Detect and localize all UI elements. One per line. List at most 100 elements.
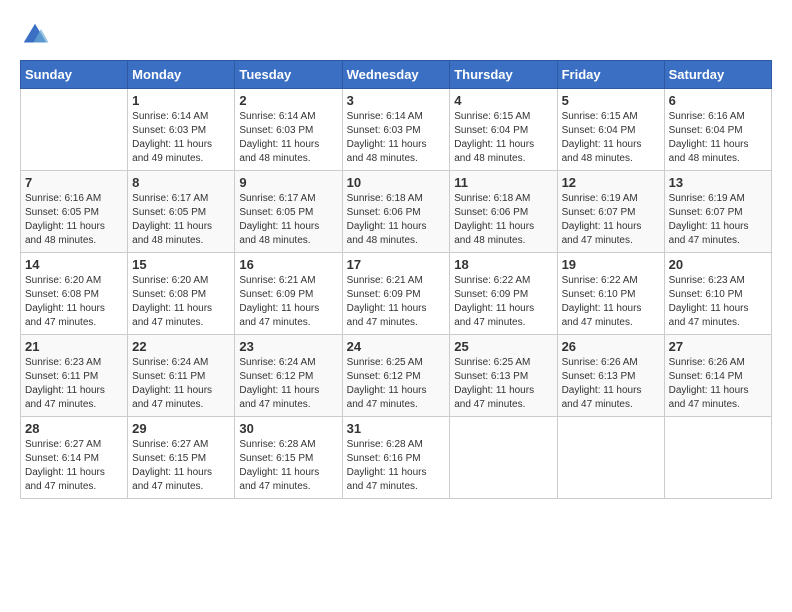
calendar-cell: 25Sunrise: 6:25 AM Sunset: 6:13 PM Dayli…	[450, 335, 557, 417]
day-info: Sunrise: 6:23 AM Sunset: 6:10 PM Dayligh…	[669, 274, 767, 330]
day-info: Sunrise: 6:28 AM Sunset: 6:15 PM Dayligh…	[239, 438, 337, 494]
day-info: Sunrise: 6:16 AM Sunset: 6:05 PM Dayligh…	[25, 192, 123, 248]
day-header-monday: Monday	[128, 61, 235, 89]
day-number: 1	[132, 93, 230, 108]
logo-icon	[20, 20, 50, 50]
calendar-cell: 27Sunrise: 6:26 AM Sunset: 6:14 PM Dayli…	[664, 335, 771, 417]
calendar-cell: 2 Sunrise: 6:14 AM Sunset: 6:03 PM Daylig…	[235, 89, 342, 171]
day-number: 5	[562, 93, 660, 108]
day-number: 17	[347, 257, 446, 272]
calendar-cell: 8Sunrise: 6:17 AM Sunset: 6:05 PM Daylig…	[128, 171, 235, 253]
calendar-cell: 20 Sunrise: 6:23 AM Sunset: 6:10 PM Dayli…	[664, 253, 771, 335]
calendar-cell: 31Sunrise: 6:28 AM Sunset: 6:16 PM Dayli…	[342, 417, 450, 499]
calendar-cell: 9 Sunrise: 6:17 AM Sunset: 6:05 PM Daylig…	[235, 171, 342, 253]
day-info: Sunrise: 6:27 AM Sunset: 6:15 PM Dayligh…	[132, 438, 230, 494]
day-number: 23	[239, 339, 337, 354]
day-info: Sunrise: 6:20 AM Sunset: 6:08 PM Dayligh…	[25, 274, 123, 330]
day-header-wednesday: Wednesday	[342, 61, 450, 89]
day-header-saturday: Saturday	[664, 61, 771, 89]
day-number: 29	[132, 421, 230, 436]
calendar-cell: 17Sunrise: 6:21 AM Sunset: 6:09 PM Dayli…	[342, 253, 450, 335]
days-header-row: SundayMondayTuesdayWednesdayThursdayFrid…	[21, 61, 772, 89]
calendar-cell: 29 Sunrise: 6:27 AM Sunset: 6:15 PM Dayli…	[128, 417, 235, 499]
week-row-3: 14Sunrise: 6:20 AM Sunset: 6:08 PM Dayli…	[21, 253, 772, 335]
day-info: Sunrise: 6:27 AM Sunset: 6:14 PM Dayligh…	[25, 438, 123, 494]
day-number: 12	[562, 175, 660, 190]
day-number: 22	[132, 339, 230, 354]
day-number: 26	[562, 339, 660, 354]
day-number: 24	[347, 339, 446, 354]
day-info: Sunrise: 6:25 AM Sunset: 6:12 PM Dayligh…	[347, 356, 446, 412]
day-header-sunday: Sunday	[21, 61, 128, 89]
header	[20, 20, 772, 50]
day-number: 20	[669, 257, 767, 272]
day-number: 31	[347, 421, 446, 436]
day-number: 9	[239, 175, 337, 190]
week-row-1: 1 Sunrise: 6:14 AM Sunset: 6:03 PM Daylig…	[21, 89, 772, 171]
calendar-cell: 3 Sunrise: 6:14 AM Sunset: 6:03 PM Daylig…	[342, 89, 450, 171]
week-row-2: 7 Sunrise: 6:16 AM Sunset: 6:05 PM Daylig…	[21, 171, 772, 253]
day-info: Sunrise: 6:14 AM Sunset: 6:03 PM Dayligh…	[239, 110, 337, 166]
calendar-cell	[557, 417, 664, 499]
calendar-cell: 19 Sunrise: 6:22 AM Sunset: 6:10 PM Dayli…	[557, 253, 664, 335]
calendar-cell: 11 Sunrise: 6:18 AM Sunset: 6:06 PM Dayli…	[450, 171, 557, 253]
calendar-cell: 1 Sunrise: 6:14 AM Sunset: 6:03 PM Daylig…	[128, 89, 235, 171]
calendar-cell: 18 Sunrise: 6:22 AM Sunset: 6:09 PM Dayli…	[450, 253, 557, 335]
day-info: Sunrise: 6:21 AM Sunset: 6:09 PM Dayligh…	[239, 274, 337, 330]
day-number: 28	[25, 421, 123, 436]
day-info: Sunrise: 6:14 AM Sunset: 6:03 PM Dayligh…	[132, 110, 230, 166]
day-info: Sunrise: 6:19 AM Sunset: 6:07 PM Dayligh…	[562, 192, 660, 248]
calendar-cell: 5 Sunrise: 6:15 AM Sunset: 6:04 PM Daylig…	[557, 89, 664, 171]
day-info: Sunrise: 6:25 AM Sunset: 6:13 PM Dayligh…	[454, 356, 552, 412]
day-number: 6	[669, 93, 767, 108]
day-number: 21	[25, 339, 123, 354]
day-header-tuesday: Tuesday	[235, 61, 342, 89]
day-number: 30	[239, 421, 337, 436]
day-number: 7	[25, 175, 123, 190]
calendar-cell: 26 Sunrise: 6:26 AM Sunset: 6:13 PM Dayli…	[557, 335, 664, 417]
day-info: Sunrise: 6:17 AM Sunset: 6:05 PM Dayligh…	[239, 192, 337, 248]
day-number: 19	[562, 257, 660, 272]
day-info: Sunrise: 6:22 AM Sunset: 6:09 PM Dayligh…	[454, 274, 552, 330]
calendar-cell: 12 Sunrise: 6:19 AM Sunset: 6:07 PM Dayli…	[557, 171, 664, 253]
calendar-cell: 16Sunrise: 6:21 AM Sunset: 6:09 PM Dayli…	[235, 253, 342, 335]
calendar-cell: 13 Sunrise: 6:19 AM Sunset: 6:07 PM Dayli…	[664, 171, 771, 253]
day-info: Sunrise: 6:26 AM Sunset: 6:13 PM Dayligh…	[562, 356, 660, 412]
day-info: Sunrise: 6:15 AM Sunset: 6:04 PM Dayligh…	[454, 110, 552, 166]
day-number: 10	[347, 175, 446, 190]
day-info: Sunrise: 6:24 AM Sunset: 6:12 PM Dayligh…	[239, 356, 337, 412]
day-info: Sunrise: 6:18 AM Sunset: 6:06 PM Dayligh…	[347, 192, 446, 248]
calendar-cell: 24 Sunrise: 6:25 AM Sunset: 6:12 PM Dayli…	[342, 335, 450, 417]
day-number: 11	[454, 175, 552, 190]
calendar-cell	[21, 89, 128, 171]
day-info: Sunrise: 6:24 AM Sunset: 6:11 PM Dayligh…	[132, 356, 230, 412]
week-row-5: 28 Sunrise: 6:27 AM Sunset: 6:14 PM Dayli…	[21, 417, 772, 499]
day-number: 18	[454, 257, 552, 272]
day-number: 3	[347, 93, 446, 108]
calendar-cell: 23 Sunrise: 6:24 AM Sunset: 6:12 PM Dayli…	[235, 335, 342, 417]
calendar-cell: 4Sunrise: 6:15 AM Sunset: 6:04 PM Daylig…	[450, 89, 557, 171]
calendar-cell: 21 Sunrise: 6:23 AM Sunset: 6:11 PM Dayli…	[21, 335, 128, 417]
day-info: Sunrise: 6:18 AM Sunset: 6:06 PM Dayligh…	[454, 192, 552, 248]
day-info: Sunrise: 6:17 AM Sunset: 6:05 PM Dayligh…	[132, 192, 230, 248]
day-info: Sunrise: 6:16 AM Sunset: 6:04 PM Dayligh…	[669, 110, 767, 166]
calendar-cell: 30 Sunrise: 6:28 AM Sunset: 6:15 PM Dayli…	[235, 417, 342, 499]
calendar-cell	[664, 417, 771, 499]
calendar: SundayMondayTuesdayWednesdayThursdayFrid…	[20, 60, 772, 499]
day-info: Sunrise: 6:23 AM Sunset: 6:11 PM Dayligh…	[25, 356, 123, 412]
day-info: Sunrise: 6:15 AM Sunset: 6:04 PM Dayligh…	[562, 110, 660, 166]
day-number: 13	[669, 175, 767, 190]
calendar-cell: 10 Sunrise: 6:18 AM Sunset: 6:06 PM Dayli…	[342, 171, 450, 253]
day-number: 27	[669, 339, 767, 354]
calendar-cell: 22 Sunrise: 6:24 AM Sunset: 6:11 PM Dayli…	[128, 335, 235, 417]
calendar-cell: 28 Sunrise: 6:27 AM Sunset: 6:14 PM Dayli…	[21, 417, 128, 499]
day-number: 2	[239, 93, 337, 108]
day-info: Sunrise: 6:19 AM Sunset: 6:07 PM Dayligh…	[669, 192, 767, 248]
day-info: Sunrise: 6:22 AM Sunset: 6:10 PM Dayligh…	[562, 274, 660, 330]
day-header-friday: Friday	[557, 61, 664, 89]
calendar-cell: 6 Sunrise: 6:16 AM Sunset: 6:04 PM Daylig…	[664, 89, 771, 171]
day-header-thursday: Thursday	[450, 61, 557, 89]
calendar-cell	[450, 417, 557, 499]
day-info: Sunrise: 6:14 AM Sunset: 6:03 PM Dayligh…	[347, 110, 446, 166]
calendar-cell: 15Sunrise: 6:20 AM Sunset: 6:08 PM Dayli…	[128, 253, 235, 335]
